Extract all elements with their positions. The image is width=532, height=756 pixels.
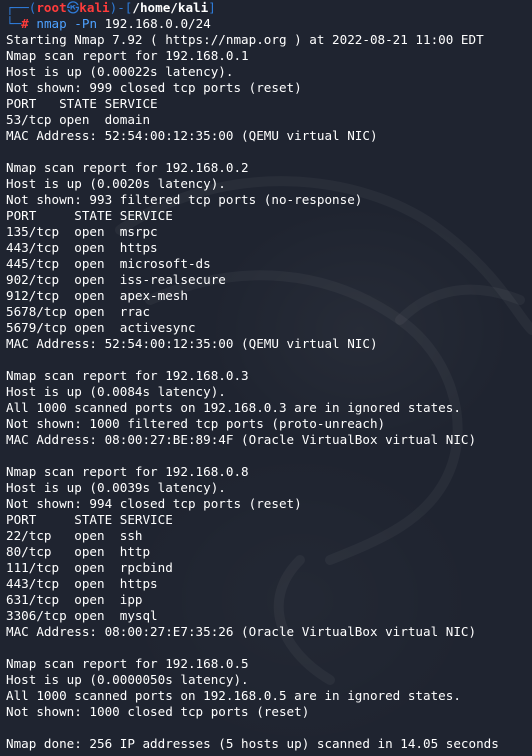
output-line: Not shown: 999 closed tcp ports (reset)	[6, 80, 302, 95]
output-line: Starting Nmap 7.92 ( https://nmap.org ) …	[6, 32, 484, 47]
output-line: 53/tcp open domain	[6, 112, 151, 127]
output-line: Not shown: 993 filtered tcp ports (no-re…	[6, 192, 363, 207]
output-line: PORT STATE SERVICE	[6, 512, 173, 527]
output-line: Host is up (0.0020s latency).	[6, 176, 226, 191]
output-line: Not shown: 1000 closed tcp ports (reset)	[6, 704, 310, 719]
output-line: Not shown: 994 closed tcp ports (reset)	[6, 496, 302, 511]
output-line: 111/tcp open rpcbind	[6, 560, 173, 575]
prompt-line-2: └─# nmap -Pn 192.168.0.0/24	[6, 16, 211, 31]
output-line: 80/tcp open http	[6, 544, 151, 559]
prompt-line-1: ┌──(root㉿kali)-[/home/kali]	[6, 0, 216, 15]
output-line: PORT STATE SERVICE	[6, 96, 158, 111]
prompt-path: /home/kali	[132, 0, 209, 15]
output-line: Nmap scan report for 192.168.0.5	[6, 656, 249, 671]
terminal-window[interactable]: ┌──(root㉿kali)-[/home/kali] └─# nmap -Pn…	[0, 0, 532, 756]
command-target: 192.168.0.0/24	[104, 16, 211, 31]
output-line: 631/tcp open ipp	[6, 592, 143, 607]
output-line: MAC Address: 08:00:27:BE:89:4F (Oracle V…	[6, 432, 477, 447]
output-line: Host is up (0.0039s latency).	[6, 480, 226, 495]
output-line: 135/tcp open msrpc	[6, 224, 158, 239]
output-line: 902/tcp open iss-realsecure	[6, 272, 226, 287]
output-line: 443/tcp open https	[6, 576, 158, 591]
output-line: Nmap scan report for 192.168.0.2	[6, 160, 249, 175]
output-line: 445/tcp open microsoft-ds	[6, 256, 211, 271]
terminal-content: ┌──(root㉿kali)-[/home/kali] └─# nmap -Pn…	[6, 0, 532, 752]
output-line: Nmap done: 256 IP addresses (5 hosts up)…	[6, 736, 499, 751]
output-line: 22/tcp open ssh	[6, 528, 143, 543]
output-line: PORT STATE SERVICE	[6, 208, 173, 223]
prompt-user: root	[36, 0, 67, 15]
output-line: 5678/tcp open rrac	[6, 304, 151, 319]
output-line: MAC Address: 52:54:00:12:35:00 (QEMU vir…	[6, 128, 378, 143]
prompt-host: kali	[79, 0, 110, 15]
output-line: 5679/tcp open activesync	[6, 320, 196, 335]
output-line: Not shown: 1000 filtered tcp ports (prot…	[6, 416, 386, 431]
command-flag: -Pn	[74, 16, 98, 31]
output-line: Host is up (0.0084s latency).	[6, 384, 226, 399]
prompt-symbol: #	[21, 16, 29, 31]
command-name: nmap	[36, 16, 67, 31]
output-line: MAC Address: 52:54:00:12:35:00 (QEMU vir…	[6, 336, 378, 351]
output-line: Host is up (0.0000050s latency).	[6, 672, 249, 687]
output-line: All 1000 scanned ports on 192.168.0.5 ar…	[6, 688, 461, 703]
output-line: 3306/tcp open mysql	[6, 608, 158, 623]
command-output: Starting Nmap 7.92 ( https://nmap.org ) …	[6, 32, 532, 752]
output-line: 443/tcp open https	[6, 240, 158, 255]
output-line: MAC Address: 08:00:27:E7:35:26 (Oracle V…	[6, 624, 477, 639]
output-line: 912/tcp open apex-mesh	[6, 288, 188, 303]
output-line: All 1000 scanned ports on 192.168.0.3 ar…	[6, 400, 461, 415]
skull-icon: ㉿	[66, 0, 80, 15]
output-line: Host is up (0.00022s latency).	[6, 64, 234, 79]
output-line: Nmap scan report for 192.168.0.1	[6, 48, 249, 63]
output-line: Nmap scan report for 192.168.0.8	[6, 464, 249, 479]
output-line: Nmap scan report for 192.168.0.3	[6, 368, 249, 383]
